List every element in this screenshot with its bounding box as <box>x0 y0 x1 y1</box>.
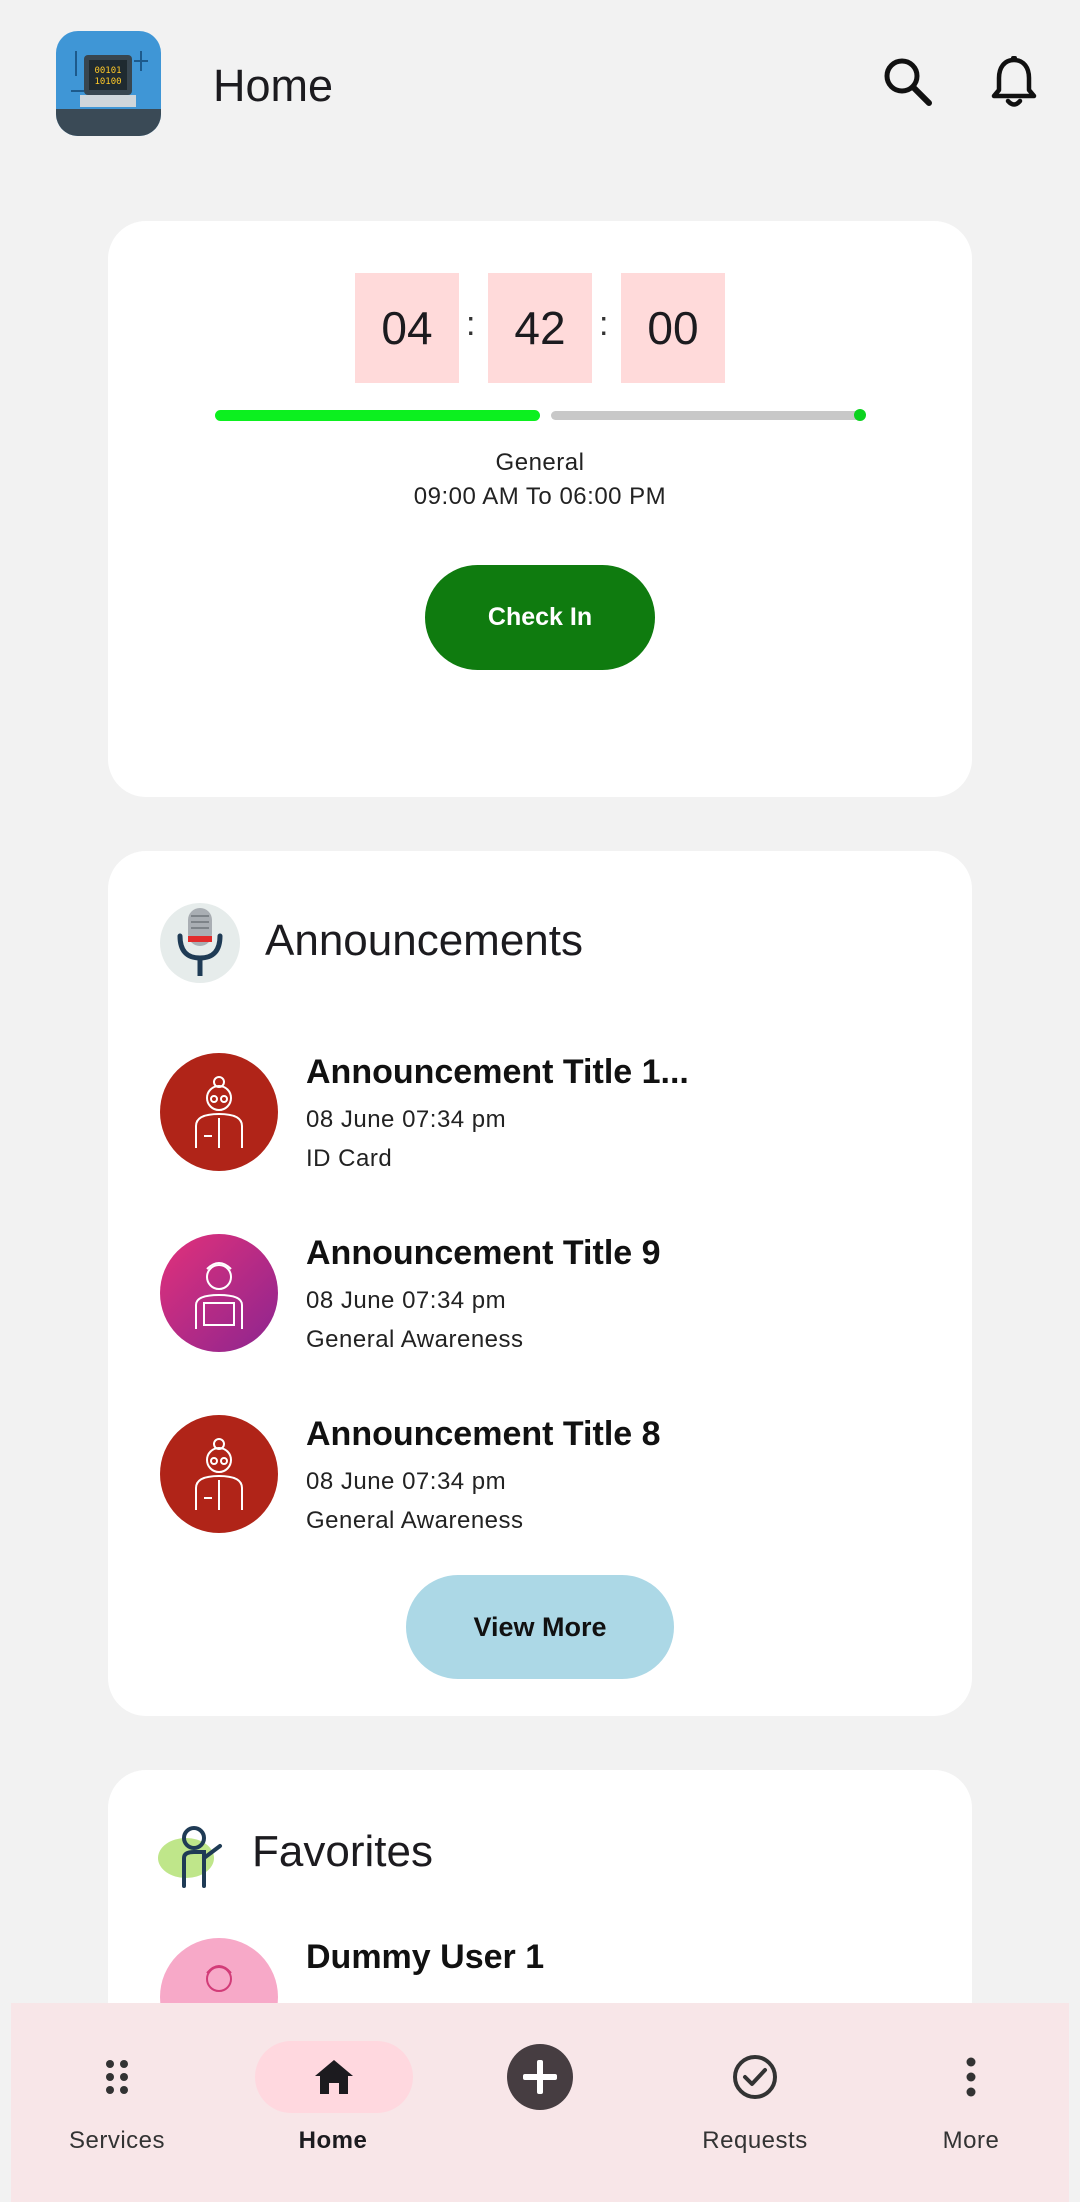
shift-name: General <box>495 449 585 476</box>
nav-more-icon-wrap <box>931 2041 1011 2113</box>
favorite-name: Dummy User 1 <box>306 1938 545 1976</box>
announcement-title: Announcement Title 8 <box>306 1415 661 1453</box>
notifications-button[interactable] <box>986 54 1042 110</box>
add-circle-icon <box>507 2044 573 2110</box>
progress-done <box>215 410 540 421</box>
seconds-box: 00 <box>621 273 725 383</box>
home-icon <box>315 2060 353 2094</box>
announcement-item[interactable]: Announcement Title 1... 08 June 07:34 pm… <box>160 1053 920 1183</box>
announcement-category: ID Card <box>306 1145 393 1172</box>
nav-requests[interactable]: Requests <box>655 2003 855 2202</box>
announcements-card: Announcements Announcement Title 1... 08… <box>108 851 972 1716</box>
user-avatar-icon <box>206 1965 232 1992</box>
announcement-date: 08 June 07:34 pm <box>306 1106 507 1133</box>
nav-home-label: Home <box>298 2127 368 2154</box>
bottom-nav: Services Home Requests More <box>11 2003 1069 2202</box>
announcements-icon-wrap <box>160 903 240 983</box>
announcement-category: General Awareness <box>306 1326 524 1353</box>
nav-add[interactable] <box>440 2003 640 2202</box>
nav-more-label: More <box>942 2127 1000 2154</box>
waving-person-icon <box>158 1826 222 1888</box>
favorites-icon-wrap <box>158 1822 230 1888</box>
view-more-button[interactable]: View More <box>406 1575 674 1679</box>
nav-requests-label: Requests <box>702 2127 808 2154</box>
bell-icon <box>991 56 1037 107</box>
app-logo: 00101 10100 <box>56 31 161 136</box>
nav-more[interactable]: More <box>871 2003 1071 2202</box>
nav-services-label: Services <box>68 2127 166 2154</box>
man-avatar-icon <box>195 1262 243 1329</box>
announcement-avatar <box>160 1053 278 1171</box>
microphone-icon <box>177 908 223 976</box>
nav-services[interactable]: Services <box>17 2003 217 2202</box>
check-in-button[interactable]: Check In <box>425 565 655 670</box>
more-vertical-icon <box>966 2057 976 2097</box>
attendance-card: 04 : 42 : 00 General 09:00 AM To 06:00 P… <box>108 221 972 797</box>
hours-box: 04 <box>355 273 459 383</box>
search-button[interactable] <box>880 54 936 110</box>
search-icon <box>884 58 932 106</box>
minutes-box: 42 <box>488 273 592 383</box>
nav-home[interactable]: Home <box>233 2003 433 2202</box>
woman-avatar-icon <box>195 1076 243 1148</box>
time-separator: : <box>599 305 609 343</box>
progress-end-dot <box>854 409 866 421</box>
progress-remaining <box>551 411 861 420</box>
binary-computer-logo-icon: 00101 10100 <box>56 31 161 136</box>
shift-time: 09:00 AM To 06:00 PM <box>413 483 667 510</box>
announcement-title: Announcement Title 1... <box>306 1053 689 1091</box>
nav-home-pill <box>255 2041 413 2113</box>
grid-dots-icon <box>106 2060 128 2094</box>
svg-text:10100: 10100 <box>94 77 121 87</box>
nav-requests-icon-wrap <box>715 2041 795 2113</box>
announcement-item[interactable]: Announcement Title 8 08 June 07:34 pm Ge… <box>160 1415 920 1545</box>
announcement-date: 08 June 07:34 pm <box>306 1468 507 1495</box>
time-separator: : <box>466 305 476 343</box>
announcement-avatar <box>160 1415 278 1533</box>
announcements-title: Announcements <box>265 916 583 965</box>
favorites-title: Favorites <box>252 1827 433 1876</box>
woman-avatar-icon <box>195 1438 243 1510</box>
announcement-item[interactable]: Announcement Title 9 08 June 07:34 pm Ge… <box>160 1234 920 1364</box>
announcement-avatar <box>160 1234 278 1352</box>
nav-services-icon-wrap <box>77 2041 157 2113</box>
announcement-category: General Awareness <box>306 1507 524 1534</box>
svg-text:00101: 00101 <box>94 66 121 76</box>
page-title: Home <box>213 60 334 111</box>
announcement-title: Announcement Title 9 <box>306 1234 661 1272</box>
check-circle-icon <box>733 2055 777 2099</box>
nav-add-icon-wrap <box>500 2041 580 2113</box>
announcement-date: 08 June 07:34 pm <box>306 1287 507 1314</box>
